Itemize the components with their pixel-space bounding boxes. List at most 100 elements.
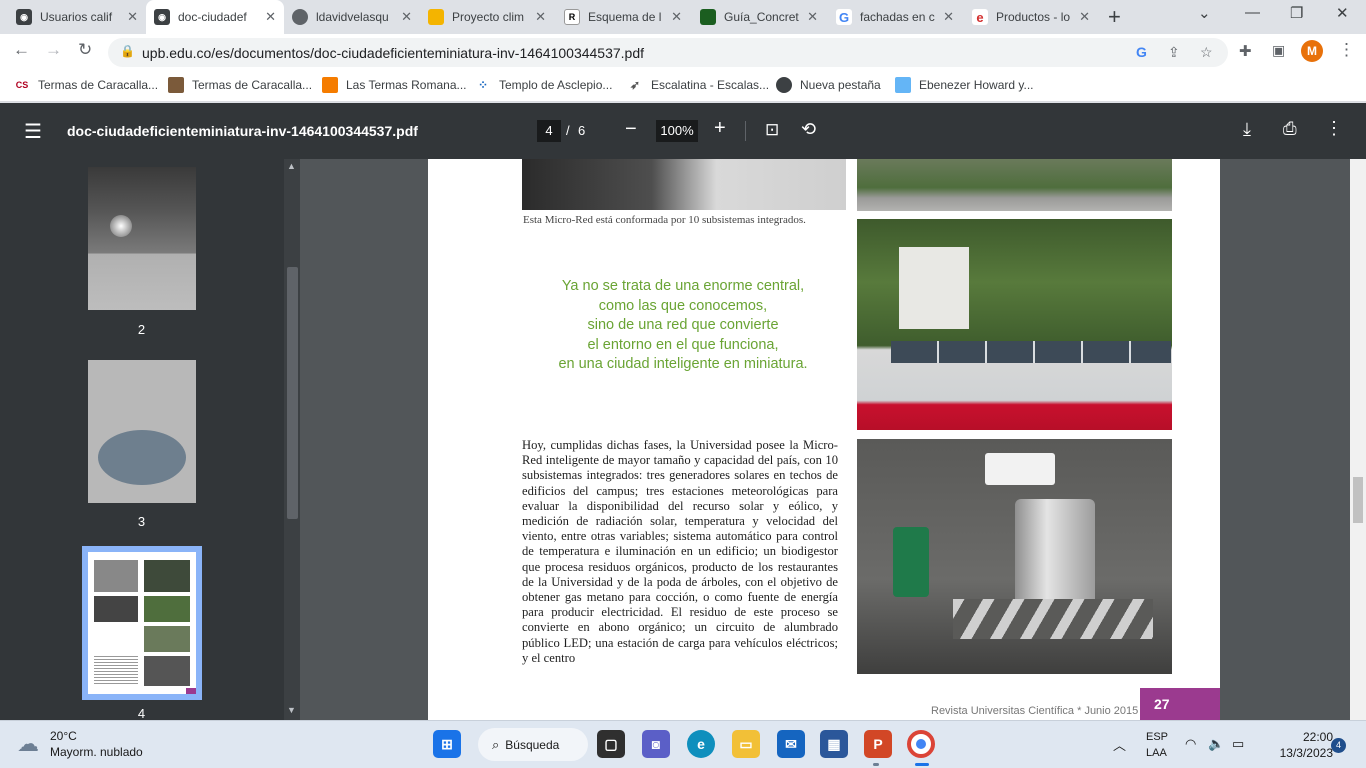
tab-doc-ciudad[interactable]: ◉ doc-ciudadef ✕	[146, 0, 284, 34]
zoom-input[interactable]: 100%	[656, 120, 698, 142]
tab-usuarios[interactable]: ◉ Usuarios calif ✕	[8, 0, 146, 34]
chrome-icon[interactable]	[907, 730, 935, 758]
sidebar-scrollbar-thumb[interactable]	[287, 267, 298, 519]
side-panel-icon[interactable]: ▣	[1272, 42, 1285, 59]
task-view-icon[interactable]: ▢	[597, 730, 625, 758]
input-language[interactable]: ESP	[1146, 731, 1168, 743]
tab-title: Productos - lo	[996, 10, 1071, 24]
profile-avatar[interactable]: M	[1301, 40, 1323, 62]
document-scrollbar[interactable]	[1350, 159, 1366, 720]
weather-temperature[interactable]: 20°C	[50, 729, 77, 743]
minimize-icon[interactable]: —	[1245, 4, 1260, 21]
new-tab-icon[interactable]: +	[1108, 4, 1121, 30]
bookmark-item[interactable]: CS Termas de Caracalla...	[14, 77, 158, 93]
extensions-icon[interactable]: ✚	[1239, 42, 1252, 60]
windows-start-icon[interactable]: ⊞	[433, 730, 461, 758]
bookmark-item[interactable]: Ebenezer Howard y...	[895, 77, 1034, 93]
lock-icon[interactable]: 🔒	[120, 44, 135, 58]
tab-fachadas[interactable]: G fachadas en c ✕	[828, 0, 962, 34]
notification-badge[interactable]: 4	[1331, 738, 1346, 753]
rotate-icon[interactable]: ⟲	[801, 119, 816, 140]
active-indicator	[915, 763, 929, 766]
thumbnail-page-3[interactable]	[88, 360, 196, 503]
tab-ldavid[interactable]: ldavidvelasqu ✕	[284, 0, 420, 34]
photo-biodigester	[857, 439, 1172, 674]
url-text[interactable]: upb.edu.co/es/documentos/doc-ciudadefici…	[142, 45, 644, 61]
thumbnail-label: 2	[137, 322, 146, 337]
close-tab-icon[interactable]: ✕	[943, 9, 954, 25]
powerpoint-icon[interactable]: P	[864, 730, 892, 758]
mail-icon[interactable]: ✉	[777, 730, 805, 758]
clock-date[interactable]: 13/3/2023	[1261, 746, 1333, 760]
photo-solar-panels	[857, 219, 1172, 430]
photo-control-room	[522, 159, 846, 210]
bookmark-star-icon[interactable]: ☆	[1200, 44, 1213, 61]
close-tab-icon[interactable]: ✕	[535, 9, 546, 25]
zoom-in-icon[interactable]: +	[714, 117, 726, 140]
bookmark-item[interactable]: Las Termas Romana...	[322, 77, 467, 93]
thumbnail-page-2[interactable]	[88, 167, 196, 310]
cloud-weather-icon[interactable]: ☁	[17, 731, 39, 757]
wifi-icon[interactable]: ◠	[1185, 736, 1196, 752]
google-translate-icon[interactable]: G	[1136, 44, 1147, 60]
tab-title: Usuarios calif	[40, 10, 113, 24]
taskbar-search[interactable]: ⌕ Búsqueda	[478, 728, 588, 761]
more-options-icon[interactable]: ⋮	[1325, 118, 1343, 139]
tab-productos[interactable]: e Productos - lo ✕	[964, 0, 1098, 34]
bookmark-item[interactable]: ➶ Escalatina - Escalas...	[627, 77, 769, 93]
scroll-up-icon[interactable]: ▲	[287, 161, 296, 171]
close-tab-icon[interactable]: ✕	[807, 9, 818, 25]
menu-icon[interactable]: ☰	[24, 119, 42, 144]
volume-icon[interactable]: 🔈	[1208, 736, 1224, 752]
tray-overflow-icon[interactable]: ︿	[1113, 735, 1126, 754]
close-tab-icon[interactable]: ✕	[127, 9, 138, 25]
close-tab-icon[interactable]: ✕	[401, 9, 412, 25]
thumbnail-text	[94, 656, 138, 686]
edge-browser-icon[interactable]: e	[687, 730, 715, 758]
restore-icon[interactable]: ❐	[1290, 4, 1303, 22]
battery-icon[interactable]: ▭	[1232, 736, 1244, 752]
download-icon[interactable]: ⤓	[1243, 119, 1251, 140]
file-explorer-icon[interactable]: ▭	[732, 730, 760, 758]
dots-logo-icon: ⁘	[477, 78, 489, 92]
thumbnail-photo	[94, 560, 138, 592]
back-icon[interactable]: ←	[13, 40, 30, 60]
print-icon[interactable]: ⎙	[1283, 119, 1297, 139]
close-window-icon[interactable]: ✕	[1336, 4, 1349, 22]
thumbnail-page-4	[88, 552, 196, 694]
store-icon[interactable]: ▦	[820, 730, 848, 758]
pdf-title: doc-ciudadeficienteminiatura-inv-1464100…	[67, 123, 418, 139]
close-tab-icon[interactable]: ✕	[265, 9, 276, 25]
address-bar[interactable]: 🔒 upb.edu.co/es/documentos/doc-ciudadefi…	[108, 38, 1228, 67]
reload-icon[interactable]: ↻	[78, 40, 92, 60]
tab-esquema[interactable]: R Esquema de l ✕	[556, 0, 690, 34]
zoom-out-icon[interactable]: −	[625, 118, 637, 141]
thumbnail-label: 3	[137, 514, 146, 529]
weather-description[interactable]: Mayorm. nublado	[50, 745, 143, 759]
tab-proyecto[interactable]: Proyecto clim ✕	[420, 0, 554, 34]
quote-line: en una ciudad inteligente en miniatura.	[558, 356, 808, 372]
close-tab-icon[interactable]: ✕	[671, 9, 682, 25]
share-icon[interactable]: ⇪	[1168, 44, 1180, 61]
bookmark-item[interactable]: Nueva pestaña	[776, 77, 881, 93]
input-layout[interactable]: LAA	[1146, 747, 1167, 759]
tab-strip: ◉ Usuarios calif ✕ ◉ doc-ciudadef ✕ ldav…	[0, 0, 1366, 34]
tab-title: doc-ciudadef	[178, 10, 247, 24]
tab-search-chevron-icon[interactable]: ⌄	[1198, 4, 1211, 22]
clock-time[interactable]: 22:00	[1287, 730, 1333, 744]
page-number-input[interactable]: 4	[537, 120, 561, 142]
thumbnail-photo	[144, 596, 190, 622]
bookmark-item[interactable]: Termas de Caracalla...	[168, 77, 312, 93]
fit-to-page-icon[interactable]: ⊡	[765, 120, 779, 140]
tab-guia[interactable]: Guía_Concret ✕	[692, 0, 826, 34]
browser-menu-icon[interactable]: ⋮	[1338, 40, 1355, 60]
document-scrollbar-thumb[interactable]	[1353, 477, 1363, 523]
close-tab-icon[interactable]: ✕	[1079, 9, 1090, 25]
bookmark-item[interactable]: ⁘ Templo de Asclepio...	[475, 77, 612, 93]
forward-icon[interactable]: →	[45, 40, 62, 60]
thumbnail-page-4-selected[interactable]	[82, 546, 202, 700]
pdf-viewer[interactable]: Esta Micro-Red está conformada por 10 su…	[300, 159, 1366, 720]
scroll-down-icon[interactable]: ▼	[287, 705, 296, 715]
photo-stand	[953, 599, 1153, 639]
teams-chat-icon[interactable]: ◙	[642, 730, 670, 758]
